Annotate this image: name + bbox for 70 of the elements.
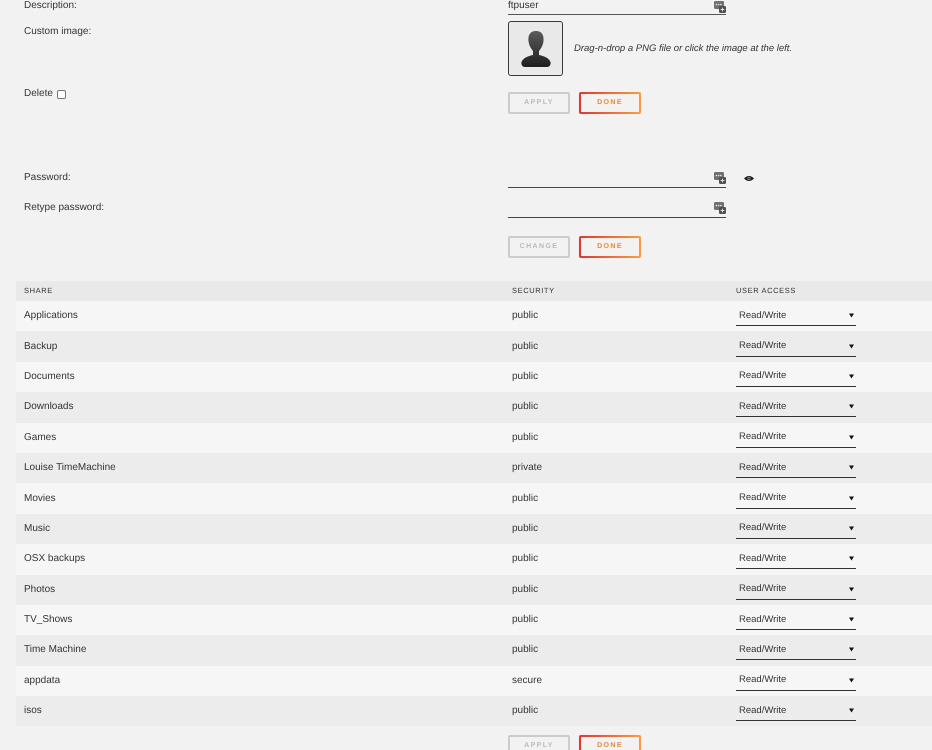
security-level: public (512, 342, 538, 352)
security-level: public (512, 554, 538, 564)
access-select[interactable]: Read/Write (736, 518, 856, 539)
security-level: public (512, 432, 538, 443)
security-level: public (512, 372, 538, 382)
access-select[interactable]: Read/Write (736, 366, 856, 387)
caret-icon (849, 617, 854, 622)
security-level: public (512, 494, 538, 504)
share-name: Downloads (24, 402, 74, 412)
security-level: public (512, 645, 538, 656)
caret-icon (849, 313, 854, 318)
share-name: OSX backups (24, 554, 86, 564)
person-silhouette-icon (520, 31, 550, 67)
dots-card-plus-icon[interactable] (714, 1, 726, 13)
caret-icon (849, 465, 854, 470)
access-select[interactable]: Read/Write (736, 336, 856, 357)
security-level: public (512, 706, 538, 716)
share-name: Documents (24, 372, 75, 382)
access-select[interactable]: Read/Write (736, 397, 856, 418)
access-select[interactable]: Read/Write (736, 306, 856, 326)
description-field[interactable]: ftpuser (508, 1, 726, 15)
caret-icon (849, 404, 854, 410)
access-select[interactable]: Read/Write (736, 640, 856, 660)
access-select[interactable]: Read/Write (736, 458, 856, 478)
share-name: Photos (24, 584, 56, 595)
security-level: public (512, 524, 538, 534)
field-label: Custom image: (24, 26, 92, 37)
caret-icon (849, 556, 854, 562)
caret-icon (849, 647, 854, 652)
share-name: Time Machine (24, 645, 86, 656)
share-name: Music (24, 524, 50, 534)
security-level: secure (512, 676, 542, 686)
security-level: public (512, 311, 538, 322)
dots-card-plus-icon[interactable] (714, 202, 726, 214)
field-label: Description: (24, 0, 77, 11)
security-level: public (512, 402, 538, 412)
field-label: Retype password: (24, 203, 104, 213)
share-name: Louise TimeMachine (24, 463, 116, 474)
caret-icon (849, 708, 854, 714)
caret-icon (849, 586, 854, 592)
share-name: isos (24, 706, 42, 716)
access-select[interactable]: Read/Write (736, 549, 856, 570)
share-name: Applications (24, 311, 78, 322)
access-select[interactable]: Read/Write (736, 428, 856, 448)
caret-icon (849, 344, 854, 349)
share-name: Games (24, 432, 56, 443)
security-level: public (512, 584, 538, 595)
access-select[interactable]: Read/Write (736, 701, 856, 722)
share-name: appdata (24, 676, 60, 686)
caret-icon (849, 374, 854, 379)
security-level: private (512, 463, 542, 474)
share-name: TV_Shows (24, 615, 72, 626)
dots-card-plus-icon[interactable] (714, 172, 726, 184)
caret-icon (849, 526, 854, 531)
access-select[interactable]: Read/Write (736, 580, 856, 600)
access-select[interactable]: Read/Write (736, 670, 856, 691)
caret-icon (849, 678, 854, 683)
delete-checkbox[interactable] (56, 90, 66, 99)
access-select[interactable]: Read/Write (736, 610, 856, 630)
caret-icon (849, 496, 854, 501)
share-name: Backup (24, 342, 58, 352)
share-name: Movies (24, 494, 56, 504)
field-label: Delete (24, 89, 53, 99)
security-level: public (512, 615, 538, 626)
image-picker[interactable] (508, 21, 563, 76)
drop-hint: Drag-n-drop a PNG file or click the image at the left. (574, 44, 792, 54)
access-select[interactable]: Read/Write (736, 488, 856, 509)
eye-icon[interactable] (744, 174, 754, 182)
caret-icon (849, 434, 854, 440)
field-label: Password: (24, 173, 71, 183)
